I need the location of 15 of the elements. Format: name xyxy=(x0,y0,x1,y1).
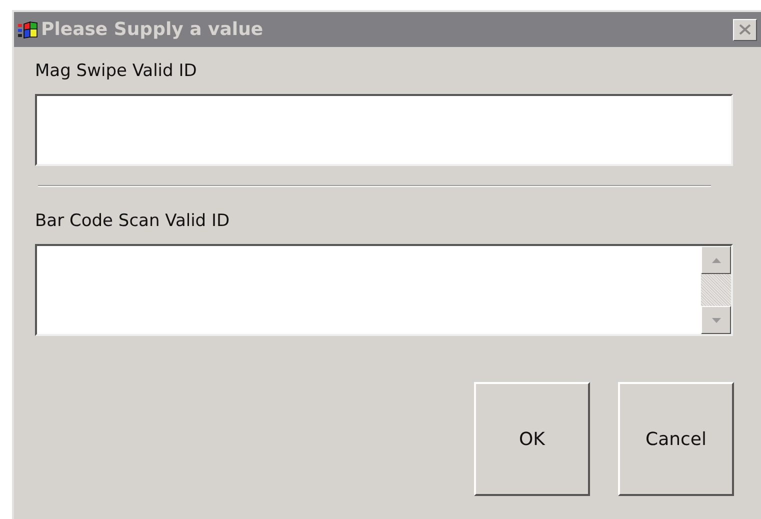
scroll-bar[interactable] xyxy=(701,246,731,334)
scroll-down-button[interactable] xyxy=(701,306,731,334)
text-area[interactable] xyxy=(35,244,733,336)
dialog-button[interactable]: Cancel xyxy=(618,382,734,496)
close-icon xyxy=(739,24,751,35)
field-label: Mag Swipe Valid ID xyxy=(35,61,198,81)
close-button[interactable] xyxy=(733,18,757,40)
field-label: Bar Code Scan Valid ID xyxy=(35,211,231,231)
down-arrow-icon xyxy=(712,318,720,322)
window-title: Please Supply a value xyxy=(41,19,264,40)
dialog-button[interactable]: OK xyxy=(474,382,590,496)
up-arrow-icon xyxy=(712,258,720,262)
scroll-up-button[interactable] xyxy=(701,246,731,274)
input-field[interactable] xyxy=(35,94,733,166)
window-logo-icon xyxy=(18,20,38,38)
